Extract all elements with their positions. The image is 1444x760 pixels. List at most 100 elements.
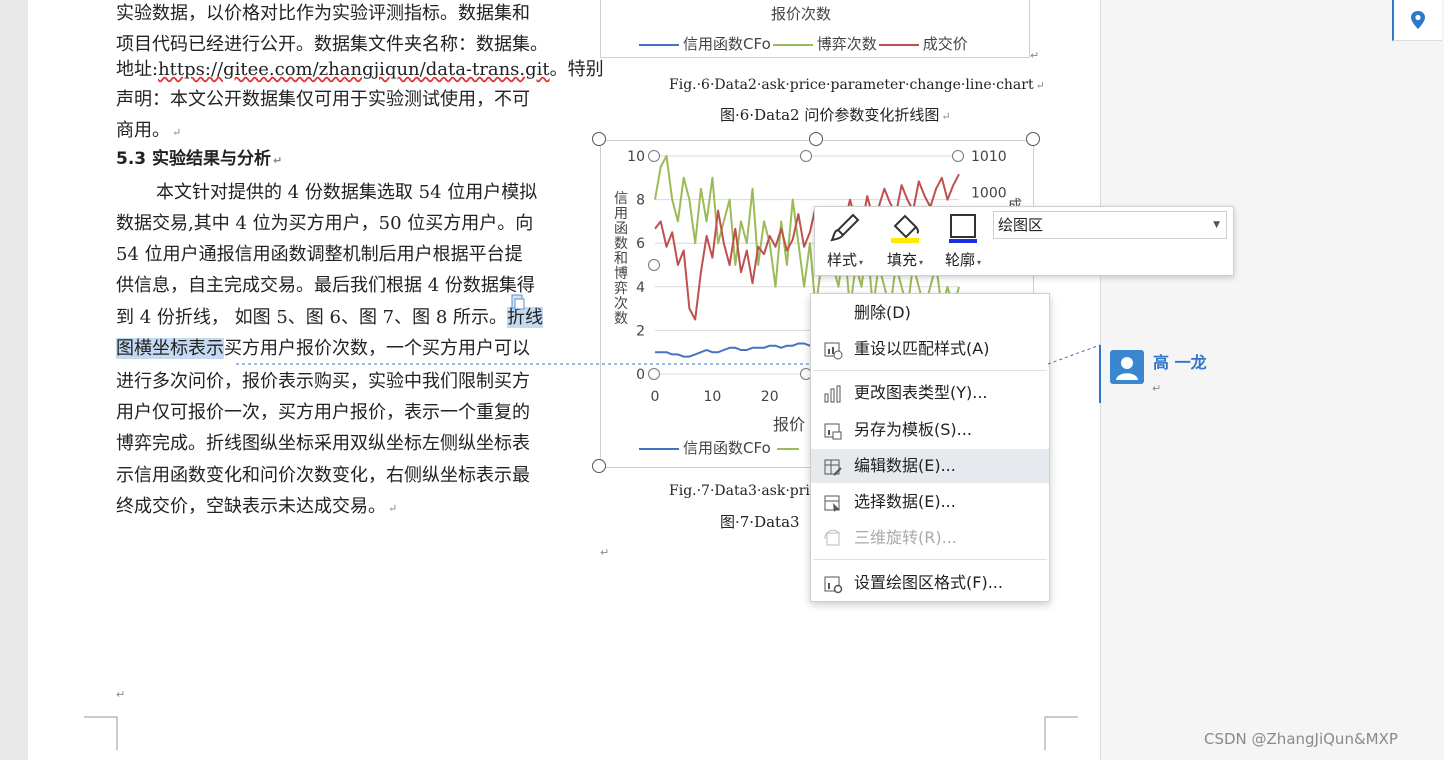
- left-gutter: [0, 0, 28, 760]
- section-heading: 5.3 实验结果与分析 ↵: [116, 149, 283, 169]
- menu-item-save-template[interactable]: 另存为模板(S)...: [811, 413, 1049, 447]
- page-corner-mark: [84, 716, 118, 750]
- y-left-tick-label: 6: [636, 236, 645, 252]
- figure6-caption-en: Fig.·6·Data2·ask·price·parameter·change·…: [669, 77, 1045, 93]
- reset-style-icon: [824, 342, 843, 360]
- figure7-legend: 信用函数CFo: [639, 437, 799, 458]
- y-left-axis-title-char: 用: [614, 206, 628, 222]
- y-right-tick-label: 1010: [971, 149, 1007, 165]
- outline-button[interactable]: 轮廓 ▾: [935, 211, 991, 271]
- chart-context-menu: 删除(D) 重设以匹配样式(A) 更改图表类型(Y)... 另存为模板(S)..…: [810, 293, 1050, 602]
- y-left-axis-title-char: 博: [614, 265, 628, 282]
- figure6-chart[interactable]: 报价次数 信用函数CFo 博弈次数 成交价: [600, 0, 1030, 58]
- text-line: 商用。 ↵: [116, 120, 182, 141]
- menu-item-change-chart-type[interactable]: 更改图表类型(Y)...: [811, 376, 1049, 410]
- figure7-caption-en: Fig.·7·Data3·ask·price: [669, 483, 827, 499]
- paragraph-mark: ↵: [1030, 49, 1040, 62]
- avatar: [1110, 350, 1144, 384]
- paragraph-mark: ↵: [172, 126, 182, 139]
- plot-area-handle[interactable]: [648, 150, 660, 162]
- comment-active-bar: [1099, 345, 1101, 403]
- chart-format-toolbar: 样式 ▾ 填充 ▾ 轮廓 ▾ 绘图区 ▼: [814, 206, 1234, 276]
- outline-icon: [935, 211, 991, 245]
- text-line: 实验数据，以价格对比作为实验评测指标。数据集和: [116, 3, 530, 24]
- location-button[interactable]: [1392, 0, 1442, 41]
- menu-separator: [813, 370, 1047, 371]
- y-left-tick-label: 8: [636, 193, 645, 209]
- paragraph-mark: ↵: [1152, 382, 1162, 395]
- text-line: 终成交价，空缺表示未达成交易。 ↵: [116, 496, 398, 517]
- location-pin-icon: [1411, 11, 1425, 29]
- comment-pane: [1100, 0, 1444, 760]
- select-data-icon: [824, 495, 840, 512]
- watermark: CSDN @ZhangJiQun&MXP: [1204, 730, 1398, 748]
- menu-item-select-data[interactable]: 选择数据(E)...: [811, 485, 1049, 519]
- save-template-icon: [824, 423, 842, 440]
- figure6-caption-cn: 图·6·Data2 问价参数变化折线图 ↵: [720, 106, 951, 124]
- y-left-axis-title-char: 数: [614, 311, 628, 327]
- paste-options-icon[interactable]: [510, 294, 526, 310]
- menu-item-3d-rotation: 三维旋转(R)...: [811, 521, 1049, 555]
- resize-handle-top-right[interactable]: [1026, 132, 1040, 146]
- paragraph-mark: ↵: [600, 546, 610, 559]
- resize-handle-top[interactable]: [809, 132, 823, 146]
- brush-icon: [817, 211, 873, 245]
- y-left-axis-title-char: 和: [614, 251, 628, 267]
- text-line: 示信用函数变化和问价次数变化，右侧纵坐标表示最: [116, 465, 530, 486]
- comment-author[interactable]: 高 一龙: [1153, 349, 1207, 373]
- text-line: 数据交易,其中 4 位为买方用户，50 位买方用户。向: [116, 213, 534, 234]
- url-prefix: 地址:: [116, 59, 159, 80]
- plot-area-handle[interactable]: [648, 368, 660, 380]
- x-tick-label: 10: [703, 389, 721, 405]
- page-corner-mark: [1044, 716, 1078, 750]
- figure7-x-axis-title: 报价: [773, 415, 806, 434]
- y-left-axis-title-char: 次: [614, 296, 628, 312]
- user-icon: [1116, 357, 1138, 380]
- plot-area-handle[interactable]: [952, 150, 964, 162]
- format-plot-area-icon: [824, 576, 843, 594]
- resize-handle-top-left[interactable]: [592, 132, 606, 146]
- text-line: 54 位用户通报信用函数调整机制后用户根据平台提: [116, 244, 523, 265]
- plot-area-handle[interactable]: [800, 150, 812, 162]
- plot-area-handle[interactable]: [648, 259, 660, 271]
- edit-data-icon: [824, 459, 842, 476]
- rotate-3d-icon: [824, 529, 840, 546]
- menu-item-reset-style[interactable]: 重设以匹配样式(A): [811, 332, 1049, 366]
- menu-item-delete[interactable]: 删除(D): [811, 296, 1049, 330]
- y-left-tick-label: 2: [636, 323, 645, 339]
- text-line: 到 4 份折线， 如图 5、图 6、图 7、图 8 所示。折线: [116, 307, 544, 328]
- selected-text[interactable]: 图横坐标表示: [116, 338, 224, 359]
- y-right-tick-label: 1000: [971, 185, 1007, 201]
- y-left-tick-label: 0: [636, 367, 645, 383]
- paragraph-mark: ↵: [116, 688, 126, 701]
- text-line: 地址:https://gitee.com/zhangjiqun/data-tra…: [116, 54, 604, 85]
- y-left-tick-label: 10: [627, 149, 645, 165]
- figure6-legend: 信用函数CFo 博弈次数 成交价: [639, 33, 968, 54]
- text-line: 本文针对提供的 4 份数据集选取 54 位用户模拟: [156, 182, 538, 203]
- menu-item-format-plot-area[interactable]: 设置绘图区格式(F)...: [811, 566, 1049, 600]
- fill-button[interactable]: 填充 ▾: [877, 211, 933, 271]
- selected-text[interactable]: 折线: [507, 307, 544, 328]
- text-line: 博弈完成。折线图纵坐标采用双纵坐标左侧纵坐标表: [116, 433, 530, 454]
- url-suffix: 。特别: [549, 59, 604, 80]
- fill-bucket-icon: [877, 211, 933, 245]
- text-line: 用户仅可报价一次，买方用户报价，表示一个重复的: [116, 402, 530, 423]
- x-tick-label: 0: [651, 389, 660, 405]
- chevron-down-icon: ▼: [1213, 220, 1220, 230]
- y-left-axis-title-char: 弈: [614, 281, 628, 297]
- chart-element-select[interactable]: 绘图区 ▼: [993, 211, 1227, 239]
- resize-handle-bottom-left[interactable]: [592, 459, 606, 473]
- x-tick-label: 20: [761, 389, 779, 405]
- chart-type-icon: [824, 385, 841, 403]
- text-line: 供信息，自主完成交易。最后我们根据 4 份数据集得: [116, 275, 535, 296]
- figure6-x-axis-title: 报价次数: [771, 5, 832, 23]
- figure7-caption-cn: 图·7·Data3: [720, 513, 800, 531]
- text-line: 进行多次问价，报价表示购买，实验中我们限制买方: [116, 371, 530, 392]
- y-left-axis-title-char: 信: [614, 191, 628, 207]
- style-button[interactable]: 样式 ▾: [817, 211, 873, 271]
- text-line: 声明：本文公开数据集仅可用于实验测试使用，不可: [116, 89, 530, 110]
- y-left-tick-label: 4: [636, 280, 645, 296]
- y-left-axis-title-char: 数: [614, 236, 628, 252]
- menu-item-edit-data[interactable]: 编辑数据(E)...: [811, 449, 1049, 483]
- dataset-link[interactable]: https://gitee.com/zhangjiqun/data-trans.…: [158, 59, 550, 80]
